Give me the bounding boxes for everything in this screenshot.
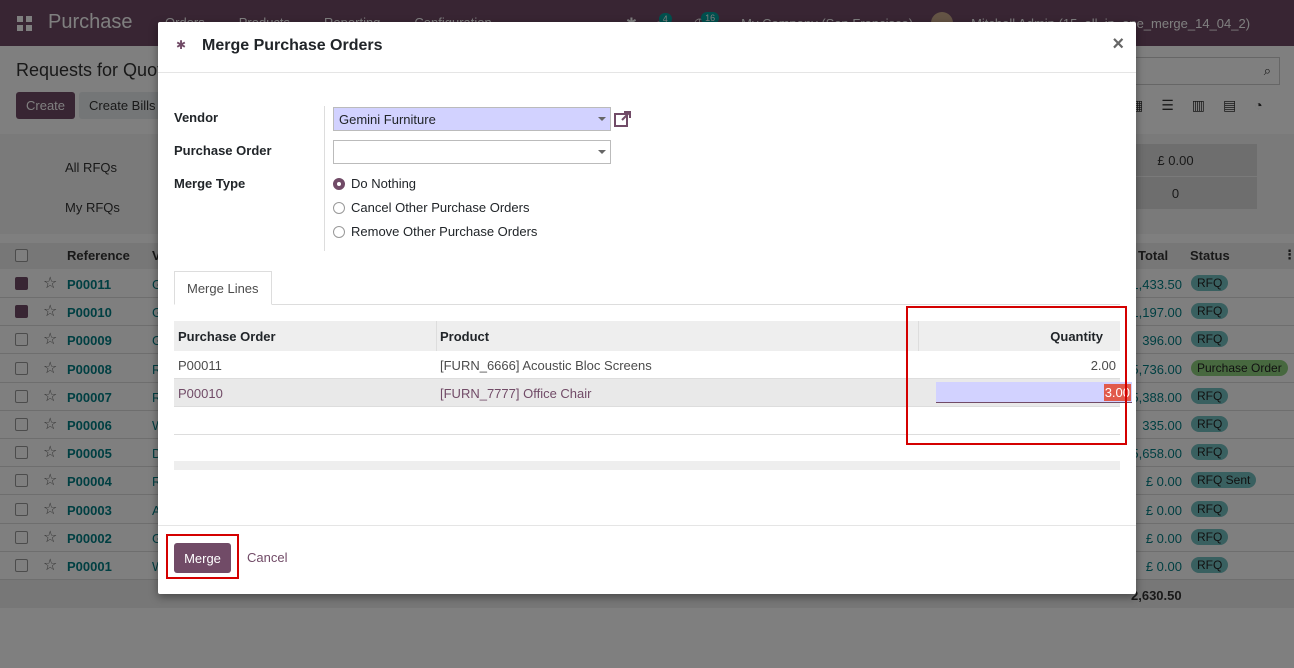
merge-highlight-box	[166, 534, 239, 579]
merge-dialog: ✱ Merge Purchase Orders × Vendor Purchas…	[158, 22, 1136, 594]
line-po: P00010	[178, 386, 223, 401]
tabs-divider	[174, 304, 1120, 305]
col-purchase-order[interactable]: Purchase Order	[178, 329, 276, 344]
tab-merge-lines[interactable]: Merge Lines	[174, 271, 272, 305]
dialog-footer: Merge Cancel	[158, 525, 1136, 594]
vendor-value: Gemini Furniture	[339, 112, 436, 127]
field-divider	[324, 106, 325, 251]
dialog-header: ✱ Merge Purchase Orders ×	[158, 22, 1136, 73]
cancel-button[interactable]: Cancel	[247, 550, 287, 565]
line-po: P00011	[178, 358, 222, 373]
column-divider	[436, 321, 437, 351]
line-product: [FURN_6666] Acoustic Bloc Screens	[440, 358, 652, 373]
bug-icon: ✱	[176, 38, 187, 52]
close-icon[interactable]: ×	[1112, 33, 1124, 56]
merge-type-do-nothing[interactable]: Do Nothing	[333, 176, 416, 191]
radio[interactable]	[333, 225, 345, 238]
merge-type-cancel-others[interactable]: Cancel Other Purchase Orders	[333, 200, 529, 215]
chevron-down-icon[interactable]	[598, 150, 606, 154]
radio-label: Remove Other Purchase Orders	[351, 224, 538, 239]
radio-selected[interactable]	[333, 177, 345, 190]
purchase-order-select[interactable]	[333, 140, 611, 164]
radio-label: Do Nothing	[351, 176, 417, 191]
vendor-select[interactable]: Gemini Furniture	[333, 107, 611, 131]
quantity-highlight-box	[906, 306, 1127, 445]
vendor-label: Vendor	[174, 110, 219, 125]
merge-type-label: Merge Type	[174, 176, 246, 191]
radio-label: Cancel Other Purchase Orders	[351, 200, 530, 215]
purchase-order-label: Purchase Order	[174, 143, 272, 158]
radio[interactable]	[333, 201, 345, 214]
external-link-icon[interactable]	[613, 109, 633, 129]
col-product[interactable]: Product	[440, 329, 489, 344]
chevron-down-icon[interactable]	[598, 117, 606, 121]
line-product: [FURN_7777] Office Chair	[440, 386, 592, 401]
dialog-title: Merge Purchase Orders	[202, 37, 383, 54]
merge-type-remove-others[interactable]: Remove Other Purchase Orders	[333, 224, 537, 239]
horizontal-scrollbar[interactable]	[174, 461, 1120, 470]
